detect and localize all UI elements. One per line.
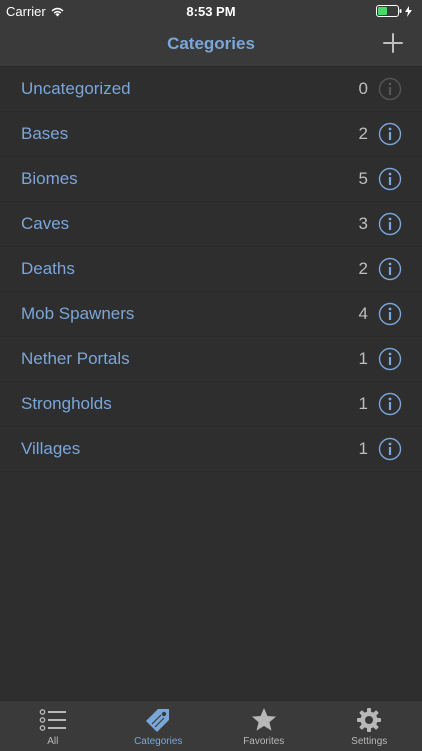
category-row-caves[interactable]: Caves 3 — [0, 202, 422, 247]
tab-categories[interactable]: Categories — [106, 701, 212, 751]
add-category-button[interactable] — [382, 32, 404, 54]
tab-favorites[interactable]: Favorites — [211, 701, 317, 751]
charging-bolt-icon — [405, 6, 412, 17]
tab-label: Categories — [106, 736, 212, 747]
info-icon[interactable] — [378, 347, 402, 371]
info-icon[interactable] — [378, 257, 402, 281]
category-row-deaths[interactable]: Deaths 2 — [0, 247, 422, 292]
gear-icon — [355, 707, 383, 733]
tab-label: All — [0, 736, 106, 747]
category-count: 0 — [359, 79, 368, 99]
tab-label: Favorites — [211, 736, 317, 747]
page-title: Categories — [0, 34, 422, 54]
category-row-villages[interactable]: Villages 1 — [0, 427, 422, 472]
info-icon[interactable] — [378, 437, 402, 461]
category-row-nether-portals[interactable]: Nether Portals 1 — [0, 337, 422, 382]
info-icon[interactable] — [378, 167, 402, 191]
star-icon — [250, 707, 278, 733]
info-icon[interactable] — [378, 77, 402, 101]
status-bar: Carrier 8:53 PM — [0, 0, 422, 22]
tab-bar: All Categories Favorites — [0, 700, 422, 751]
category-count: 2 — [359, 259, 368, 279]
category-count: 4 — [359, 304, 368, 324]
tab-settings[interactable]: Settings — [317, 701, 422, 751]
info-icon[interactable] — [378, 122, 402, 146]
category-count: 3 — [359, 214, 368, 234]
category-row-bases[interactable]: Bases 2 — [0, 112, 422, 157]
tab-all[interactable]: All — [0, 701, 106, 751]
list-icon — [39, 707, 67, 733]
category-row-biomes[interactable]: Biomes 5 — [0, 157, 422, 202]
tab-label: Settings — [317, 736, 422, 747]
category-label: Strongholds — [21, 394, 112, 414]
category-list: Uncategorized 0 Bases 2 Biomes 5 Caves 3 — [0, 67, 422, 472]
tag-icon — [144, 707, 172, 733]
clock: 8:53 PM — [0, 4, 422, 19]
category-label: Villages — [21, 439, 80, 459]
category-label: Mob Spawners — [21, 304, 134, 324]
category-label: Deaths — [21, 259, 75, 279]
category-label: Uncategorized — [21, 79, 131, 99]
battery-icon — [376, 5, 402, 17]
category-label: Bases — [21, 124, 68, 144]
category-count: 5 — [359, 169, 368, 189]
info-icon[interactable] — [378, 302, 402, 326]
category-label: Caves — [21, 214, 69, 234]
category-count: 2 — [359, 124, 368, 144]
category-count: 1 — [359, 349, 368, 369]
category-row-mob-spawners[interactable]: Mob Spawners 4 — [0, 292, 422, 337]
navigation-bar: Categories — [0, 22, 422, 67]
category-label: Biomes — [21, 169, 78, 189]
category-row-uncategorized[interactable]: Uncategorized 0 — [0, 67, 422, 112]
info-icon[interactable] — [378, 392, 402, 416]
category-count: 1 — [359, 394, 368, 414]
info-icon[interactable] — [378, 212, 402, 236]
category-label: Nether Portals — [21, 349, 130, 369]
category-row-strongholds[interactable]: Strongholds 1 — [0, 382, 422, 427]
category-count: 1 — [359, 439, 368, 459]
battery-indicator — [376, 5, 412, 17]
